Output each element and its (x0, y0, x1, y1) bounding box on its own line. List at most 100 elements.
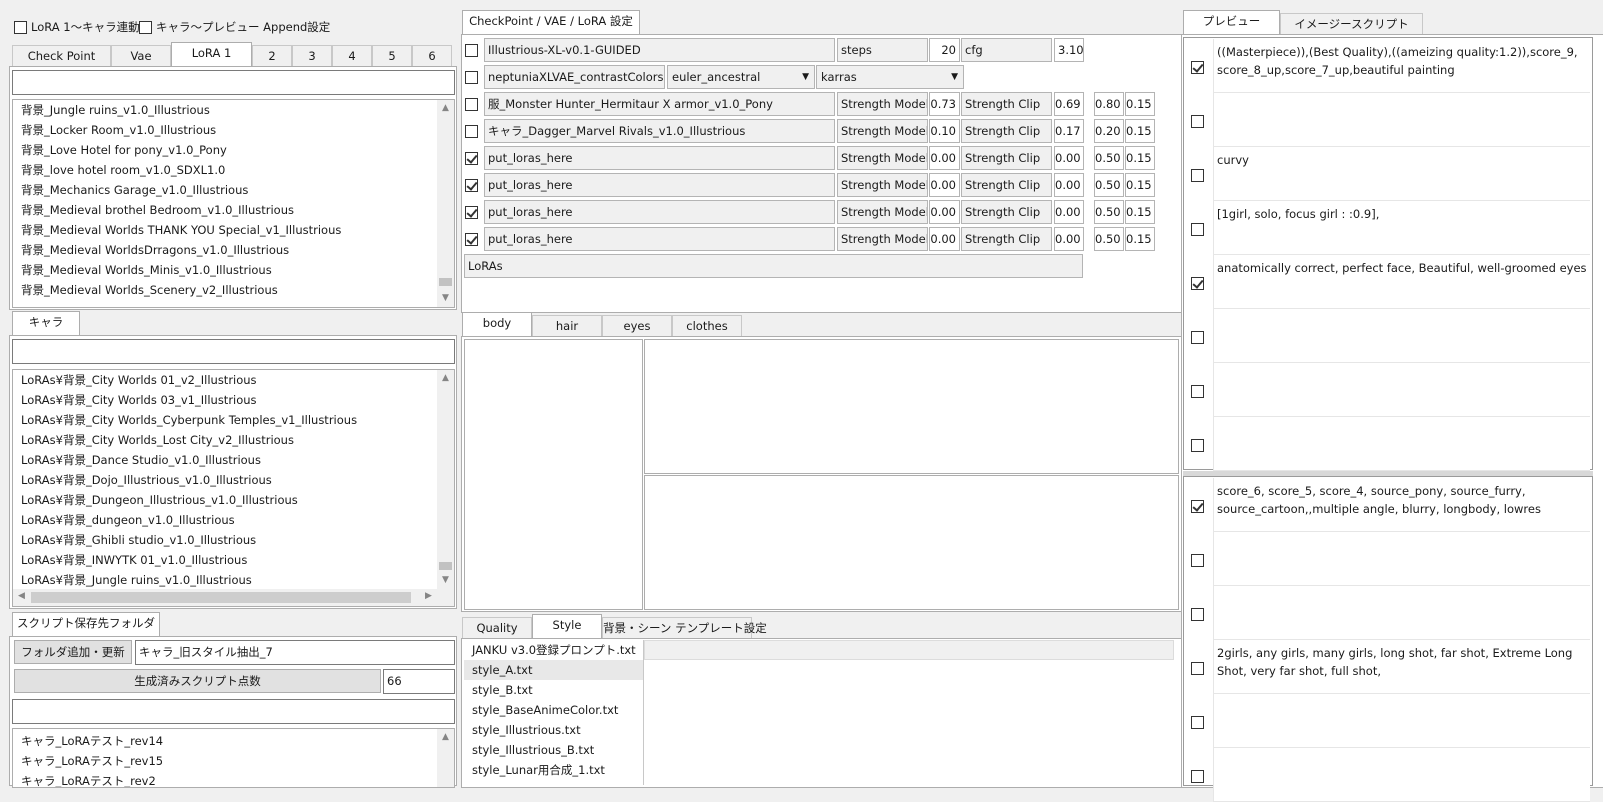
scroll-down-icon[interactable]: ▼ (437, 290, 454, 307)
vae-checkbox[interactable] (465, 71, 478, 84)
tab-vae[interactable]: Vae (111, 45, 171, 66)
lora-enable-checkbox[interactable] (465, 206, 478, 219)
tab-script-folder[interactable]: スクリプト保存先フォルダ (12, 612, 160, 636)
positive-prompt-text[interactable]: curvy (1214, 147, 1590, 201)
script-list-scrollbar[interactable]: ▲ (437, 729, 454, 787)
lora-extra-value-a[interactable]: 0.50 (1094, 146, 1124, 170)
lora-extra-value-a[interactable]: 0.50 (1094, 173, 1124, 197)
chara-list-scrollbar[interactable]: ▲ ▼ (437, 370, 454, 589)
negative-prompt-checkbox[interactable] (1191, 770, 1204, 783)
lora-enable-checkbox[interactable] (465, 179, 478, 192)
tab-lora-1[interactable]: LoRA 1 (171, 42, 252, 66)
negative-prompt-text[interactable] (1214, 748, 1590, 802)
negative-prompt-text[interactable]: 2girls, any girls, many girls, long shot… (1214, 640, 1590, 694)
chara-list-hscrollbar[interactable]: ◀ ▶ (13, 589, 454, 606)
positive-prompt-checkbox[interactable] (1191, 223, 1204, 236)
positive-prompt-text[interactable] (1214, 93, 1590, 147)
lora-list-item[interactable]: 背景_Jungle ruins_v1.0_Illustrious (13, 100, 454, 120)
chara-list-item[interactable]: LoRAs¥背景_Dojo_Illustrious_v1.0_Illustrio… (13, 470, 454, 490)
tab-chara[interactable]: キャラ (12, 311, 80, 335)
tab-lora-6[interactable]: 6 (412, 45, 452, 66)
lora-name[interactable]: put_loras_here (484, 146, 835, 170)
lora-extra-value-a[interactable]: 0.80 (1094, 92, 1124, 116)
chara-list-item[interactable]: LoRAs¥背景_Jungle ruins_v1.0_Illustrious (13, 570, 454, 590)
script-list-item[interactable]: キャラ_LoRAテスト_rev15 (13, 751, 454, 771)
strength-clip-value[interactable]: 0.00 (1054, 146, 1084, 170)
negative-prompt-checkbox[interactable] (1191, 716, 1204, 729)
body-detail-lower[interactable] (644, 475, 1179, 610)
tab-eyes[interactable]: eyes (602, 315, 672, 336)
negative-prompt-checkbox[interactable] (1191, 500, 1204, 513)
scroll-left-icon[interactable]: ◀ (18, 591, 25, 601)
strength-clip-value[interactable]: 0.17 (1054, 119, 1084, 143)
negative-prompt-text[interactable] (1214, 586, 1590, 640)
lora-extra-value-b[interactable]: 0.15 (1125, 92, 1155, 116)
lora-list-item[interactable]: 背景_love hotel room_v1.0_SDXL1.0 (13, 160, 454, 180)
lora-name[interactable]: 服_Monster Hunter_Hermitaur X armor_v1.0_… (484, 92, 835, 116)
lora-list-item[interactable]: 背景_Medieval Worlds_Minis_v1.0_Illustriou… (13, 260, 454, 280)
strength-clip-value[interactable]: 0.00 (1054, 227, 1084, 251)
lora-list-scrollbar[interactable]: ▲ ▼ (437, 100, 454, 307)
chara-list[interactable]: LoRAs¥背景_City Worlds 01_v2_Illustrious Lo… (12, 369, 455, 607)
positive-prompt-text[interactable] (1214, 363, 1590, 417)
chara-list-item[interactable]: LoRAs¥背景_City Worlds 01_v2_Illustrious (13, 370, 454, 390)
chara-list-item[interactable]: LoRAs¥背景_City Worlds 03_v1_Illustrious (13, 390, 454, 410)
tab-background-template[interactable]: 背景・シーン テンプレート設定 (602, 617, 767, 638)
script-list-item[interactable]: キャラ_LoRAテスト_rev2 (13, 771, 454, 787)
chara-list-item[interactable]: LoRAs¥背景_City Worlds_Lost City_v2_Illust… (13, 430, 454, 450)
scroll-up-icon[interactable]: ▲ (437, 100, 454, 117)
positive-prompt-text[interactable]: ((Masterpiece)),(Best Quality),((ameizin… (1214, 39, 1590, 93)
script-list-item[interactable]: キャラ_LoRAテスト_rev14 (13, 731, 454, 751)
tab-clothes[interactable]: clothes (672, 315, 742, 336)
lora-list-item[interactable]: 背景_Medieval Worlds THANK YOU Special_v1_… (13, 220, 454, 240)
tab-body[interactable]: body (462, 312, 532, 336)
lora-extra-value-a[interactable]: 0.50 (1094, 200, 1124, 224)
positive-prompt-checkbox[interactable] (1191, 115, 1204, 128)
positive-prompt-text[interactable] (1214, 417, 1590, 471)
tab-lora-2[interactable]: 2 (252, 45, 292, 66)
tab-lora-3[interactable]: 3 (292, 45, 332, 66)
positive-prompt-checkbox[interactable] (1191, 385, 1204, 398)
positive-prompt-checkbox[interactable] (1191, 439, 1204, 452)
negative-prompt-checkbox[interactable] (1191, 662, 1204, 675)
cfg-value[interactable]: 3.10 (1054, 38, 1084, 62)
positive-prompt-text[interactable] (1214, 309, 1590, 363)
strength-clip-value[interactable]: 0.69 (1054, 92, 1084, 116)
body-item-list[interactable] (464, 339, 643, 610)
lora-extra-value-b[interactable]: 0.15 (1125, 119, 1155, 143)
sampler-select[interactable]: euler_ancestral ▼ (667, 65, 815, 89)
script-count-button[interactable]: 生成済みスクリプト点数 (14, 669, 381, 693)
style-file-item[interactable]: style_BaseAnimeColor.txt (464, 700, 643, 720)
steps-value[interactable]: 20 (929, 38, 960, 62)
lora-extra-value-a[interactable]: 0.20 (1094, 119, 1124, 143)
strength-model-value[interactable]: 0.00 (929, 146, 960, 170)
lora-list-item[interactable]: 背景_Medieval brothel Bedroom_v1.0_Illustr… (13, 200, 454, 220)
chara-list-item[interactable]: LoRAs¥背景_INWYTK 01_v1.0_Illustrious (13, 550, 454, 570)
checkpoint-name[interactable]: Illustrious-XL-v0.1-GUIDED (484, 38, 835, 62)
tab-hair[interactable]: hair (532, 315, 602, 336)
lora-name[interactable]: put_loras_here (484, 200, 835, 224)
tab-style[interactable]: Style (532, 614, 602, 638)
checkpoint-checkbox[interactable] (465, 44, 478, 57)
negative-prompt-checkbox[interactable] (1191, 554, 1204, 567)
chara-list-item[interactable]: LoRAs¥背景_City Worlds_Cyberpunk Temples_v… (13, 410, 454, 430)
style-file-item[interactable]: style_B.txt (464, 680, 643, 700)
lora-chara-link-checkbox[interactable] (14, 21, 27, 34)
chara-preview-append-checkbox[interactable] (139, 21, 152, 34)
positive-prompt-text[interactable]: [1girl, solo, focus girl : :0.9], (1214, 201, 1590, 255)
loras-path[interactable]: LoRAs (464, 254, 1083, 278)
scheduler-select[interactable]: karras ▼ (816, 65, 964, 89)
tab-quality[interactable]: Quality (462, 617, 532, 638)
lora-list-item[interactable]: 背景_Locker Room_v1.0_Illustrious (13, 120, 454, 140)
lora-name[interactable]: put_loras_here (484, 173, 835, 197)
lora-extra-value-b[interactable]: 0.15 (1125, 200, 1155, 224)
strength-model-value[interactable]: 0.00 (929, 173, 960, 197)
positive-prompt-checkbox[interactable] (1191, 61, 1204, 74)
negative-prompt-text[interactable]: score_6, score_5, score_4, source_pony, … (1214, 478, 1590, 532)
lora-extra-value-a[interactable]: 0.50 (1094, 227, 1124, 251)
strength-clip-value[interactable]: 0.00 (1054, 173, 1084, 197)
style-file-item[interactable]: style_Illustrious_B.txt (464, 740, 643, 760)
lora-list-item[interactable]: 背景_Mechanics Garage_v1.0_Illustrious (13, 180, 454, 200)
negative-prompt-checkbox[interactable] (1191, 608, 1204, 621)
strength-model-value[interactable]: 0.10 (929, 119, 960, 143)
